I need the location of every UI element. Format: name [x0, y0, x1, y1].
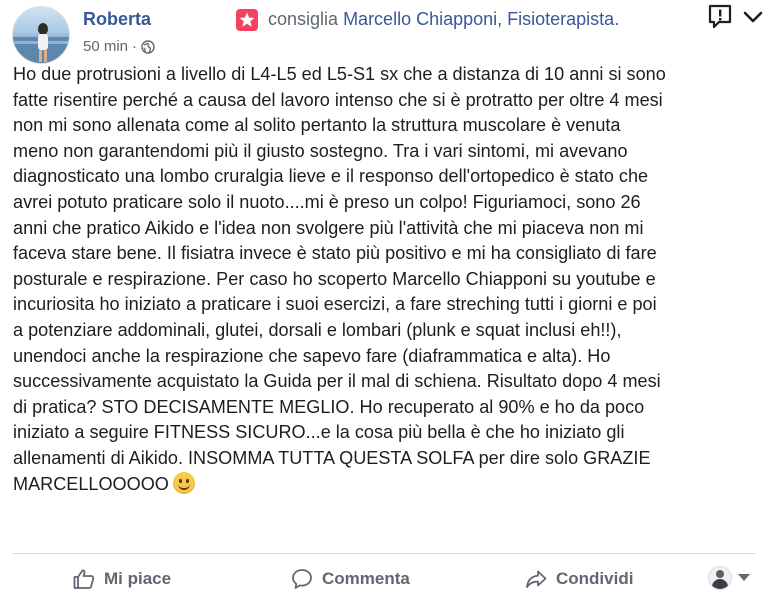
post-body-line: MARCELLOOOOO [13, 473, 169, 494]
globe-icon[interactable] [141, 39, 155, 54]
post-body-line: di pratica? STO DECISAMENTE MEGLIO. Ho r… [13, 396, 645, 417]
recommended-page-link[interactable]: Marcello Chiapponi, Fisioterapista. [343, 9, 619, 29]
post-body-line: non mi sono allenata come al solito pert… [13, 115, 621, 136]
like-label: Mi piace [104, 569, 172, 588]
caret-down-icon [738, 574, 750, 581]
share-button[interactable]: Condividi [524, 561, 633, 597]
post-body-line: fatte risentire perché a causa del lavor… [13, 89, 663, 110]
author-name[interactable]: Roberta [83, 9, 151, 30]
post-body-line: faceva stare bene. Il fisiatra invece è … [13, 243, 657, 264]
post-body-line: meno non garantendomi più il giusto sost… [13, 140, 628, 161]
reaction-profile-selector[interactable] [708, 566, 750, 590]
comment-label: Commenta [322, 569, 410, 588]
like-button[interactable]: Mi piace [72, 561, 171, 597]
post-body-line: allenamenti di Aikido. INSOMMA TUTTA QUE… [13, 447, 651, 468]
post-body-line: anni che pratico Aikido e l'idea non svo… [13, 217, 644, 238]
share-icon [526, 570, 547, 588]
author-avatar[interactable] [12, 6, 70, 64]
post-meta: 50 min · [83, 38, 155, 55]
post-body-line: diagnosticato una lombo cruralgia lieve … [13, 166, 649, 187]
post-body-last-line: MARCELLOOOOO [13, 471, 758, 498]
smiley-emoji-icon [172, 471, 195, 494]
recommends-verb: consiglia [268, 9, 339, 29]
comment-button[interactable]: Commenta [290, 561, 410, 597]
post-body-line: unendoci anche la respirazione che sapev… [13, 345, 611, 366]
recommendation-icon [236, 9, 258, 31]
post-headline: consiglia Marcello Chiapponi, Fisioterap… [268, 9, 619, 30]
post-actions-bar: Mi piace Commenta Condividi [0, 561, 768, 597]
meta-separator: · [132, 38, 138, 55]
post-timestamp[interactable]: 50 min [83, 38, 128, 55]
post-body-line: posturale e respirazione. Per caso ho sc… [13, 268, 656, 289]
thumbs-up-icon [73, 569, 95, 589]
post-body: Ho due protrusioni a livello di L4-L5 ed… [13, 62, 758, 497]
comment-icon [292, 569, 312, 589]
post-body-line: avrei potuto praticare solo il nuoto....… [13, 191, 641, 212]
post-body-line: a potenziare addominali, glutei, dorsali… [13, 319, 622, 340]
post-body-line: incuriosita ho iniziato a praticare i su… [13, 294, 657, 315]
share-label: Condividi [556, 569, 634, 588]
post-body-line: iniziato a seguire FITNESS SICURO...e la… [13, 422, 625, 443]
feedback-icon[interactable] [706, 3, 734, 31]
post-body-line: successivamente acquistato la Guida per … [13, 371, 661, 392]
profile-avatar [708, 566, 732, 590]
post-body-line: Ho due protrusioni a livello di L4-L5 ed… [13, 64, 666, 84]
chevron-down-icon[interactable] [742, 10, 764, 24]
actions-divider [12, 553, 756, 554]
